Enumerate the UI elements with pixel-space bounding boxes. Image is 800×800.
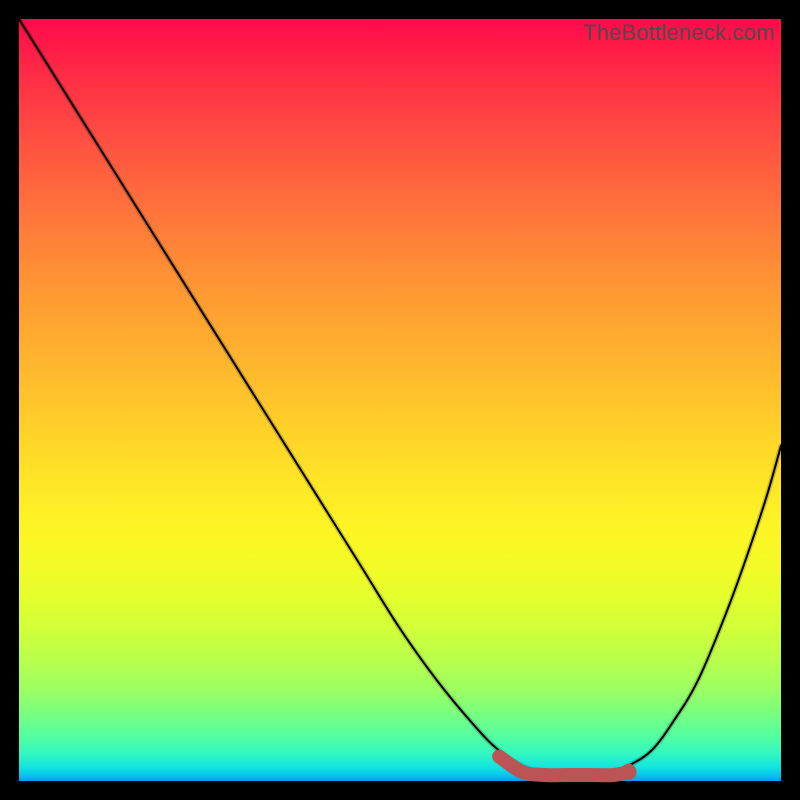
curve-line	[19, 19, 781, 778]
bottleneck-curve	[19, 19, 781, 778]
optimal-band-line	[499, 757, 628, 776]
plot-area: TheBottleneck.com	[19, 19, 781, 781]
optimal-end-dot	[621, 764, 637, 780]
curve-layer	[19, 19, 781, 781]
curve-shadow	[19, 19, 781, 778]
chart-frame: TheBottleneck.com	[19, 19, 781, 781]
optimal-band	[499, 757, 636, 780]
